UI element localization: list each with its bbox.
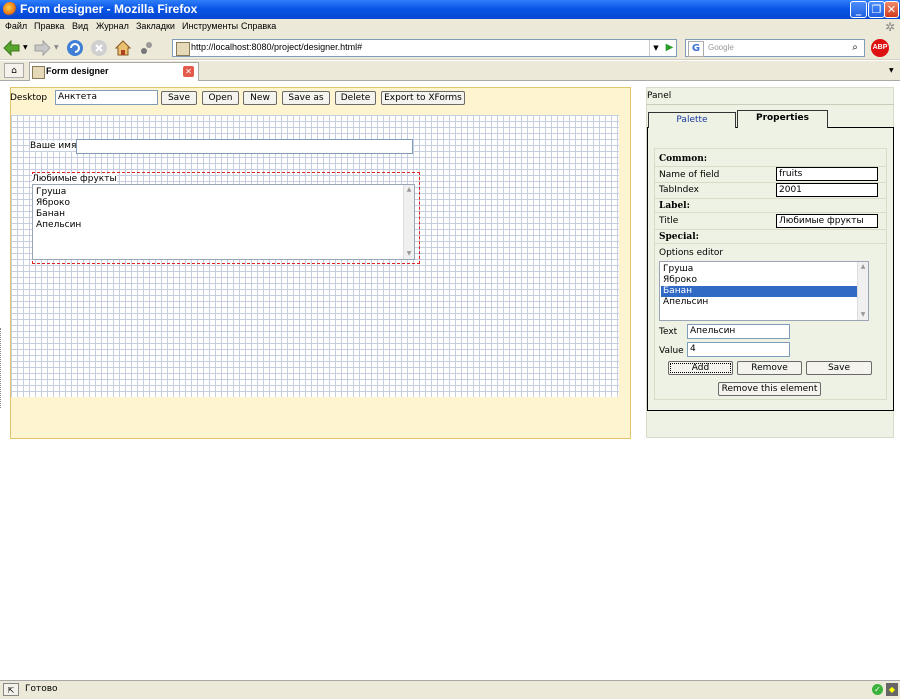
list-item[interactable]: Яброко (663, 275, 697, 285)
menu-help[interactable]: Справка (241, 21, 276, 31)
page-favicon-icon (176, 42, 190, 56)
list-item[interactable]: Груша (663, 264, 693, 274)
splitter-handle[interactable] (0, 328, 3, 408)
desktop-label: Desktop (10, 93, 48, 103)
delete-button[interactable]: Delete (335, 91, 376, 105)
maximize-button[interactable]: ❐ (868, 1, 885, 18)
tab-list-dropdown-icon[interactable]: ▼ (889, 67, 894, 74)
scroll-down-icon[interactable]: ▼ (858, 310, 868, 320)
panel-title: Panel (647, 91, 672, 101)
tabindex-input[interactable]: 2001 (776, 183, 878, 197)
save-button[interactable]: Save (161, 91, 197, 105)
menu-history[interactable]: Журнал (96, 21, 129, 31)
menu-bar: Файл Правка Вид Журнал Закладки Инструме… (0, 19, 900, 36)
tab-favicon-icon (32, 66, 45, 79)
fruits-listbox[interactable]: Груша Яброко Банан Апельсин ▲ ▼ (32, 184, 415, 260)
window-title: Form designer - Mozilla Firefox (20, 2, 198, 16)
search-placeholder[interactable]: Google (708, 43, 734, 52)
status-page-icon[interactable]: ⇱ (3, 683, 19, 696)
navigation-toolbar: ▼ ▼ http://localhost:8080/project/design… (0, 36, 900, 60)
list-item[interactable]: Банан (36, 209, 65, 219)
extension-icon[interactable] (138, 39, 156, 57)
name-field-label: Ваше имя (30, 141, 77, 151)
menu-bookmarks[interactable]: Закладки (136, 21, 175, 31)
scroll-up-icon[interactable]: ▲ (404, 185, 414, 195)
minimize-button[interactable]: _ (850, 1, 867, 18)
url-text[interactable]: http://localhost:8080/project/designer.h… (191, 42, 362, 52)
list-item[interactable]: Яброко (36, 198, 70, 208)
special-header: Special: (659, 232, 699, 242)
new-tab-icon[interactable]: ⌂ (4, 63, 24, 78)
list-item[interactable]: Апельсин (36, 220, 81, 230)
panel-divider (646, 104, 894, 105)
reload-icon[interactable] (66, 39, 84, 57)
list-item[interactable]: Груша (36, 187, 66, 197)
scroll-up-icon[interactable]: ▲ (858, 262, 868, 272)
new-button[interactable]: New (243, 91, 277, 105)
tab-title[interactable]: Form designer (46, 66, 109, 76)
scroll-down-icon[interactable]: ▼ (404, 249, 414, 259)
go-icon[interactable]: ▶ (663, 41, 676, 55)
remove-option-button[interactable]: Remove (737, 361, 802, 375)
menu-edit[interactable]: Правка (34, 21, 64, 31)
option-value-input[interactable]: 4 (687, 342, 790, 357)
divider (655, 243, 886, 244)
menu-tools[interactable]: Инструменты (182, 21, 238, 31)
search-icon[interactable]: ⌕ (847, 41, 863, 55)
save-option-button[interactable]: Save (806, 361, 872, 375)
common-header: Common: (659, 154, 708, 164)
throbber-icon: ✲ (884, 20, 896, 34)
options-scrollbar[interactable]: ▲ ▼ (857, 262, 868, 320)
close-window-button[interactable]: ✕ (884, 1, 899, 18)
list-label: Любимые фрукты (32, 174, 117, 184)
list-item[interactable]: Апельсин (663, 297, 708, 307)
listbox-scrollbar[interactable]: ▲ ▼ (403, 185, 414, 259)
divider (655, 212, 886, 213)
forward-icon[interactable] (33, 39, 51, 57)
selected-option[interactable]: Банан (663, 286, 692, 296)
form-name-input[interactable]: Анктета (55, 90, 158, 105)
url-dropdown-icon[interactable]: ▼ (649, 40, 662, 56)
name-of-field-label: Name of field (659, 170, 720, 180)
value-label: Value (659, 346, 684, 356)
stop-icon[interactable] (90, 39, 108, 57)
divider (655, 198, 886, 199)
title-input[interactable]: Любимые фрукты (776, 214, 878, 228)
tab-palette[interactable]: Palette (648, 112, 736, 128)
export-xforms-button[interactable]: Export to XForms (381, 91, 465, 105)
status-extension-icon[interactable]: ◆ (886, 683, 898, 696)
status-text: Готово (25, 684, 58, 694)
name-field-input[interactable] (76, 139, 413, 154)
add-option-button[interactable]: Add (668, 361, 733, 375)
menu-view[interactable]: Вид (72, 21, 88, 31)
save-as-button[interactable]: Save as (282, 91, 330, 105)
divider (655, 229, 886, 230)
status-ok-icon[interactable]: ✓ (872, 684, 883, 695)
forward-dropdown-icon[interactable]: ▼ (54, 44, 59, 51)
window-title-bar: Form designer - Mozilla Firefox _ ❐ ✕ (0, 0, 900, 19)
browser-tab[interactable]: Form designer ✕ (29, 62, 199, 81)
home-icon[interactable] (114, 39, 132, 57)
url-bar[interactable]: http://localhost:8080/project/designer.h… (172, 39, 677, 57)
remove-element-button[interactable]: Remove this element (718, 382, 821, 396)
name-of-field-input[interactable]: fruits (776, 167, 878, 181)
options-editor-label: Options editor (659, 248, 724, 258)
menu-file[interactable]: Файл (5, 21, 27, 31)
search-box[interactable]: G Google ⌕ (685, 39, 865, 57)
back-dropdown-icon[interactable]: ▼ (23, 44, 28, 51)
text-label: Text (659, 327, 678, 337)
tab-close-icon[interactable]: ✕ (183, 66, 194, 77)
status-bar: ⇱ Готово ✓ ◆ (0, 680, 900, 699)
tab-properties[interactable]: Properties (737, 110, 828, 128)
back-icon[interactable] (3, 39, 21, 57)
firefox-icon (3, 2, 17, 16)
adblock-icon[interactable]: ABP (871, 39, 889, 57)
title-label: Title (659, 216, 679, 226)
label-header: Label: (659, 201, 690, 211)
options-listbox[interactable]: Груша Яброко Банан Апельсин ▲ ▼ (659, 261, 869, 321)
tabindex-label: TabIndex (659, 185, 700, 195)
search-engine-icon[interactable]: G (688, 41, 704, 57)
option-text-input[interactable]: Апельсин (687, 324, 790, 339)
open-button[interactable]: Open (202, 91, 239, 105)
